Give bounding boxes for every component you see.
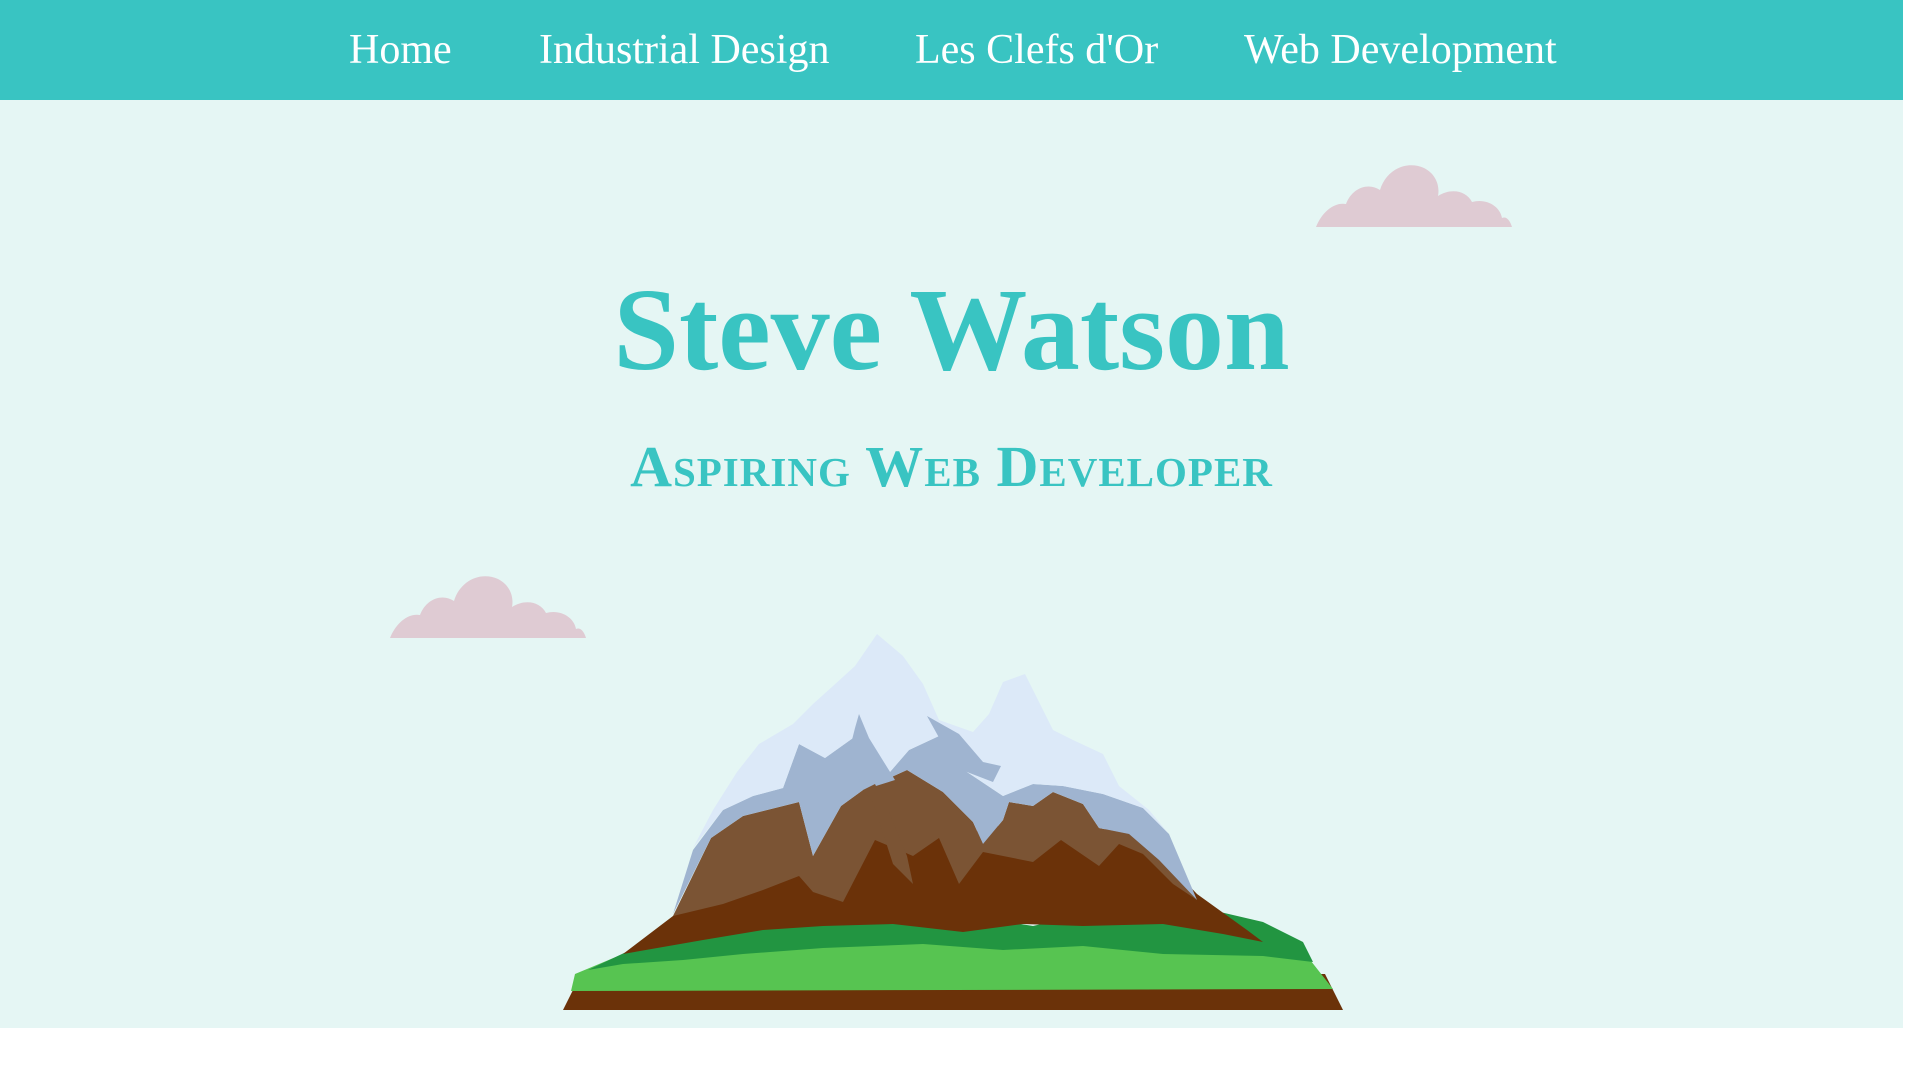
- hero-title: Steve Watson: [613, 264, 1290, 395]
- mountain-illustration: [563, 634, 1343, 1010]
- cloud-icon: [1316, 165, 1512, 227]
- nav-link-les-clefs-dor[interactable]: Les Clefs d'Or: [915, 0, 1158, 100]
- nav-link-home[interactable]: Home: [349, 0, 452, 100]
- hero-section: Steve Watson Aspiring Web Developer: [0, 100, 1903, 1028]
- nav-link-web-development[interactable]: Web Development: [1244, 0, 1557, 100]
- hero-subtitle: Aspiring Web Developer: [630, 434, 1273, 499]
- top-navigation: Home Industrial Design Les Clefs d'Or We…: [0, 0, 1903, 100]
- page: Home Industrial Design Les Clefs d'Or We…: [0, 0, 1903, 1080]
- nav-link-industrial-design[interactable]: Industrial Design: [539, 0, 829, 100]
- cloud-icon: [390, 576, 586, 638]
